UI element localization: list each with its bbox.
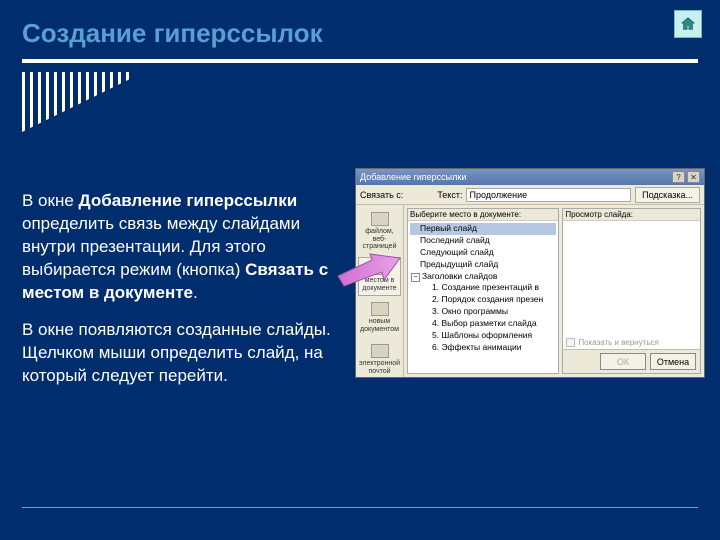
link-with-label: Связать с: xyxy=(360,190,403,200)
p2: В окне появляются созданные слайды. Щелч… xyxy=(22,319,352,388)
sidebar-item-label: файлом, веб-страницей xyxy=(360,228,399,251)
body-text: В окне Добавление гиперссылки определить… xyxy=(22,190,352,402)
bottom-rule xyxy=(22,507,698,508)
tooltip-button[interactable]: Подсказка... xyxy=(635,187,700,203)
document-tree[interactable]: Первый слайд Последний слайд Следующий с… xyxy=(408,221,558,373)
sidebar-item-email[interactable]: электронной почтой xyxy=(358,340,401,379)
help-button[interactable]: ? xyxy=(672,171,685,183)
p1-prefix: В окне xyxy=(22,191,79,210)
tree-item[interactable]: Следующий слайд xyxy=(410,247,556,259)
p1-bold1: Добавление гиперссылки xyxy=(79,191,298,210)
text-label: Текст: xyxy=(437,190,462,200)
dialog-titlebar: Добавление гиперссылки ? ✕ xyxy=(356,169,704,185)
tree-item[interactable]: Предыдущий слайд xyxy=(410,259,556,271)
tree-panel-label: Выберите место в документе: xyxy=(408,209,558,221)
sidebar-item-new-doc[interactable]: новым документом xyxy=(358,298,401,337)
home-button[interactable] xyxy=(674,10,702,38)
preview-body xyxy=(563,221,700,336)
dialog-toolbar: Связать с: Текст: Подсказка... xyxy=(356,185,704,205)
link-text-input[interactable] xyxy=(466,188,631,202)
tree-item[interactable]: 5. Шаблоны оформления xyxy=(410,330,556,342)
sidebar-item-place-in-doc[interactable]: местом в документе xyxy=(358,257,401,296)
tree-item[interactable]: 6. Эффекты анимации xyxy=(410,342,556,354)
sidebar-item-label: местом в документе xyxy=(360,277,399,292)
show-return-checkbox[interactable] xyxy=(566,338,575,347)
cancel-button[interactable]: Отмена xyxy=(650,353,696,370)
tree-group[interactable]: −Заголовки слайдов xyxy=(410,271,556,283)
tree-item[interactable]: 4. Выбор разметки слайда xyxy=(410,318,556,330)
preview-panel-label: Просмотр слайда: xyxy=(563,209,700,221)
tree-item[interactable]: Последний слайд xyxy=(410,235,556,247)
p1-suffix: . xyxy=(193,283,198,302)
tree-item[interactable]: 1. Создание презентаций в xyxy=(410,282,556,294)
tree-group-label: Заголовки слайдов xyxy=(422,271,497,281)
preview-panel: Просмотр слайда: Показать и вернуться ОК… xyxy=(562,208,701,374)
hyperlink-dialog: Добавление гиперссылки ? ✕ Связать с: Те… xyxy=(355,168,705,378)
tree-item[interactable]: 3. Окно программы xyxy=(410,306,556,318)
slide-title: Создание гиперссылок xyxy=(0,0,720,59)
home-icon xyxy=(679,15,697,33)
sidebar-item-label: электронной почтой xyxy=(359,360,400,375)
ok-button[interactable]: ОК xyxy=(600,353,646,370)
tree-item[interactable]: Первый слайд xyxy=(410,223,556,235)
show-return-label: Показать и вернуться xyxy=(578,338,659,347)
collapse-icon[interactable]: − xyxy=(411,273,420,282)
globe-file-icon xyxy=(371,212,389,226)
show-return-row: Показать и вернуться xyxy=(563,336,700,349)
decorative-stripes xyxy=(22,72,132,132)
title-underline xyxy=(22,59,698,63)
dialog-buttons: ОК Отмена xyxy=(563,349,700,373)
close-button[interactable]: ✕ xyxy=(687,171,700,183)
link-type-sidebar: файлом, веб-страницей местом в документе… xyxy=(356,205,404,377)
tree-item[interactable]: 2. Порядок создания презен xyxy=(410,294,556,306)
sidebar-item-file-web[interactable]: файлом, веб-страницей xyxy=(358,208,401,255)
document-place-icon xyxy=(371,261,389,275)
sidebar-item-label: новым документом xyxy=(360,318,399,333)
email-icon xyxy=(371,344,389,358)
dialog-title-text: Добавление гиперссылки xyxy=(360,172,466,182)
tree-panel: Выберите место в документе: Первый слайд… xyxy=(407,208,559,374)
new-document-icon xyxy=(371,302,389,316)
